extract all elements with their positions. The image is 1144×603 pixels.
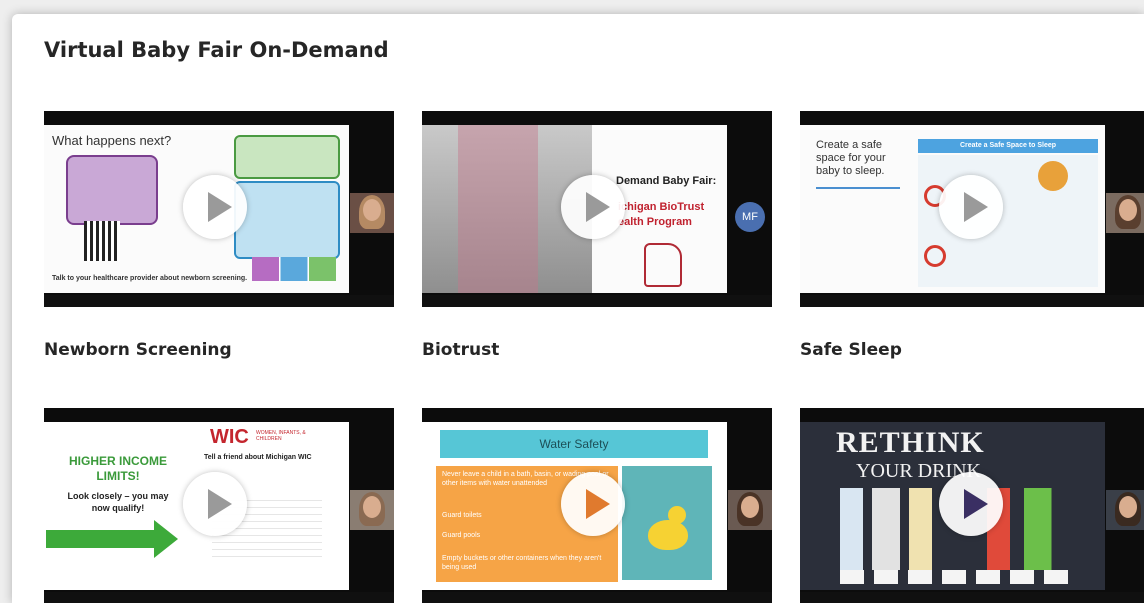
video-thumbnail[interactable]: RETHINK YOUR DRINK xyxy=(800,408,1144,603)
play-icon[interactable] xyxy=(183,472,247,536)
avatar: MF xyxy=(735,202,765,232)
play-icon[interactable] xyxy=(561,472,625,536)
slide-line2: Look closely – you may now qualify! xyxy=(67,491,169,513)
play-icon[interactable] xyxy=(939,472,1003,536)
slide-line1: RETHINK xyxy=(836,426,985,459)
slide-heading: What happens next? xyxy=(52,133,172,148)
qr-code-icon xyxy=(84,221,120,261)
slide-line3: ealth Program xyxy=(618,216,692,228)
sugar-bags xyxy=(840,570,1070,584)
presenter-webcam xyxy=(350,490,394,530)
caption-bar xyxy=(422,295,772,307)
video-thumbnail[interactable]: HIGHER INCOME LIMITS! Look closely – you… xyxy=(44,408,394,603)
wic-logo: WIC xyxy=(210,426,249,448)
play-icon[interactable] xyxy=(561,175,625,239)
caption-bar xyxy=(800,295,1144,307)
blue-box xyxy=(234,181,340,259)
slide-blurb: Tell a friend about Michigan WIC xyxy=(204,454,312,461)
slide-heading: Create a safe space for your baby to sle… xyxy=(816,139,886,177)
caption-bar xyxy=(44,592,394,603)
video-title[interactable]: Newborn Screening xyxy=(44,340,232,360)
slide-line1: HIGHER INCOME LIMITS! xyxy=(68,454,167,483)
tile-icons xyxy=(252,257,336,281)
slide-underline xyxy=(816,187,900,189)
video-gallery-panel: Virtual Baby Fair On-Demand What happens… xyxy=(12,14,1144,603)
page-title: Virtual Baby Fair On-Demand xyxy=(44,38,389,62)
video-title[interactable]: Biotrust xyxy=(422,340,499,360)
wic-logo-subtitle: WOMEN, INFANTS, & CHILDREN xyxy=(256,430,306,442)
rubber-duck-head xyxy=(668,506,686,524)
slide-banner: Create a Safe Space to Sleep xyxy=(918,139,1098,153)
michigan-map-icon xyxy=(644,243,682,287)
purple-box xyxy=(66,155,158,225)
slide-line1: Demand Baby Fair: xyxy=(616,175,717,187)
caption-bar xyxy=(800,592,1144,603)
video-thumbnail[interactable]: Demand Baby Fair: ichigan BioTrust ealth… xyxy=(422,111,772,307)
presenter-webcam xyxy=(728,490,772,530)
rubber-duck-icon xyxy=(648,520,688,550)
lion-toy-icon xyxy=(1038,161,1068,191)
video-title[interactable]: Safe Sleep xyxy=(800,340,902,360)
green-arrow-icon xyxy=(46,530,154,548)
play-icon[interactable] xyxy=(939,175,1003,239)
caption-bar xyxy=(422,592,772,603)
green-arrow-head xyxy=(154,520,178,558)
presenter-webcam xyxy=(1106,193,1144,233)
presenter-webcam xyxy=(350,193,394,233)
video-thumbnail[interactable]: Water Safety Never leave a child in a ba… xyxy=(422,408,772,603)
play-icon[interactable] xyxy=(183,175,247,239)
green-box xyxy=(234,135,340,179)
presenter-webcam xyxy=(1106,490,1144,530)
no-sign-icon xyxy=(924,245,946,267)
slide-footer: Talk to your healthcare provider about n… xyxy=(52,275,248,282)
video-thumbnail[interactable]: Create a safe space for your baby to sle… xyxy=(800,111,1144,307)
pink-band xyxy=(458,125,538,293)
bullet-item: Empty buckets or other containers when t… xyxy=(442,555,602,571)
slide-heading: Water Safety xyxy=(440,430,708,458)
slide-line2: ichigan BioTrust xyxy=(618,201,705,213)
video-thumbnail[interactable]: What happens next? Talk to your healthca… xyxy=(44,111,394,307)
caption-bar xyxy=(44,295,394,307)
